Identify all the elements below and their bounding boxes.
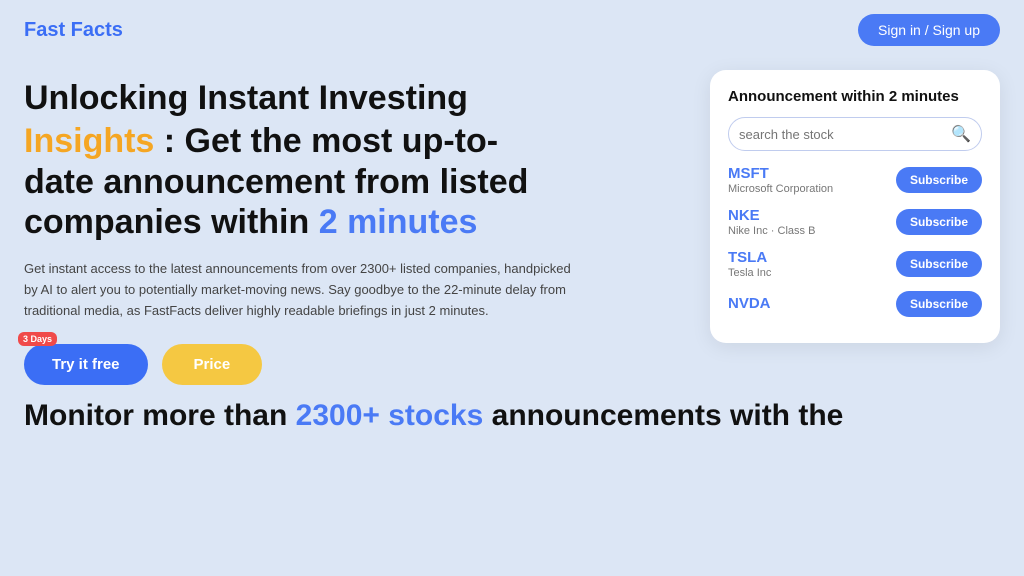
header: Fast Facts Sign in / Sign up — [0, 0, 1024, 60]
cta-row: 3 Days Try it free Price — [24, 344, 686, 385]
bottom-suffix: announcements with the — [483, 399, 843, 432]
headline-middle: : Get the most up-to- — [154, 122, 498, 160]
stock-name-tsla: Tesla Inc — [728, 267, 771, 279]
hero-section: Unlocking Instant Investing Insights : G… — [24, 70, 686, 385]
stock-ticker-nke: NKE — [728, 207, 815, 224]
bottom-teaser: Monitor more than 2300+ stocks announcem… — [0, 385, 1024, 433]
card-title: Announcement within 2 minutes — [728, 88, 982, 105]
stock-item-tsla: TSLA Tesla Inc Subscribe — [728, 249, 982, 279]
main-content: Unlocking Instant Investing Insights : G… — [0, 60, 1024, 385]
stock-info-tsla: TSLA Tesla Inc — [728, 249, 771, 279]
stock-info-nvda: NVDA — [728, 295, 771, 313]
price-button[interactable]: Price — [162, 344, 263, 385]
stock-name-msft: Microsoft Corporation — [728, 183, 833, 195]
subscribe-button-msft[interactable]: Subscribe — [896, 167, 982, 193]
headline-line1: Unlocking Instant Investing — [24, 78, 686, 119]
stock-ticker-tsla: TSLA — [728, 249, 771, 266]
stock-item-nke: NKE Nike Inc · Class B Subscribe — [728, 207, 982, 237]
subscribe-button-nke[interactable]: Subscribe — [896, 209, 982, 235]
bottom-prefix: Monitor more than — [24, 399, 296, 432]
minutes-word: 2 minutes — [319, 203, 478, 241]
headline-companies-text: companies within — [24, 203, 319, 241]
sign-in-button[interactable]: Sign in / Sign up — [858, 14, 1000, 46]
stock-info-msft: MSFT Microsoft Corporation — [728, 165, 833, 195]
hero-subtext: Get instant access to the latest announc… — [24, 259, 584, 321]
try-free-button[interactable]: Try it free — [24, 344, 148, 385]
headline-line2: Insights : Get the most up-to- — [24, 121, 686, 162]
stock-item-nvda: NVDA Subscribe — [728, 291, 982, 317]
search-icon: 🔍 — [951, 124, 971, 144]
subscribe-button-nvda[interactable]: Subscribe — [896, 291, 982, 317]
try-free-wrapper: 3 Days Try it free — [24, 344, 148, 385]
search-box[interactable]: 🔍 — [728, 117, 982, 151]
bottom-highlight: 2300+ stocks — [296, 399, 484, 432]
announcement-card: Announcement within 2 minutes 🔍 MSFT Mic… — [710, 70, 1000, 343]
headline-line4: companies within 2 minutes — [24, 202, 686, 243]
headline-date-text: date announcement from listed — [24, 163, 528, 201]
stock-info-nke: NKE Nike Inc · Class B — [728, 207, 815, 237]
headline-line3: date announcement from listed — [24, 162, 686, 203]
stock-ticker-msft: MSFT — [728, 165, 833, 182]
insights-word: Insights — [24, 122, 154, 160]
search-input[interactable] — [739, 127, 951, 142]
days-badge: 3 Days — [18, 332, 57, 346]
subscribe-button-tsla[interactable]: Subscribe — [896, 251, 982, 277]
stock-ticker-nvda: NVDA — [728, 295, 771, 312]
stock-name-nke: Nike Inc · Class B — [728, 225, 815, 237]
stock-item-msft: MSFT Microsoft Corporation Subscribe — [728, 165, 982, 195]
logo: Fast Facts — [24, 19, 123, 42]
bottom-teaser-text: Monitor more than 2300+ stocks announcem… — [24, 399, 1000, 433]
